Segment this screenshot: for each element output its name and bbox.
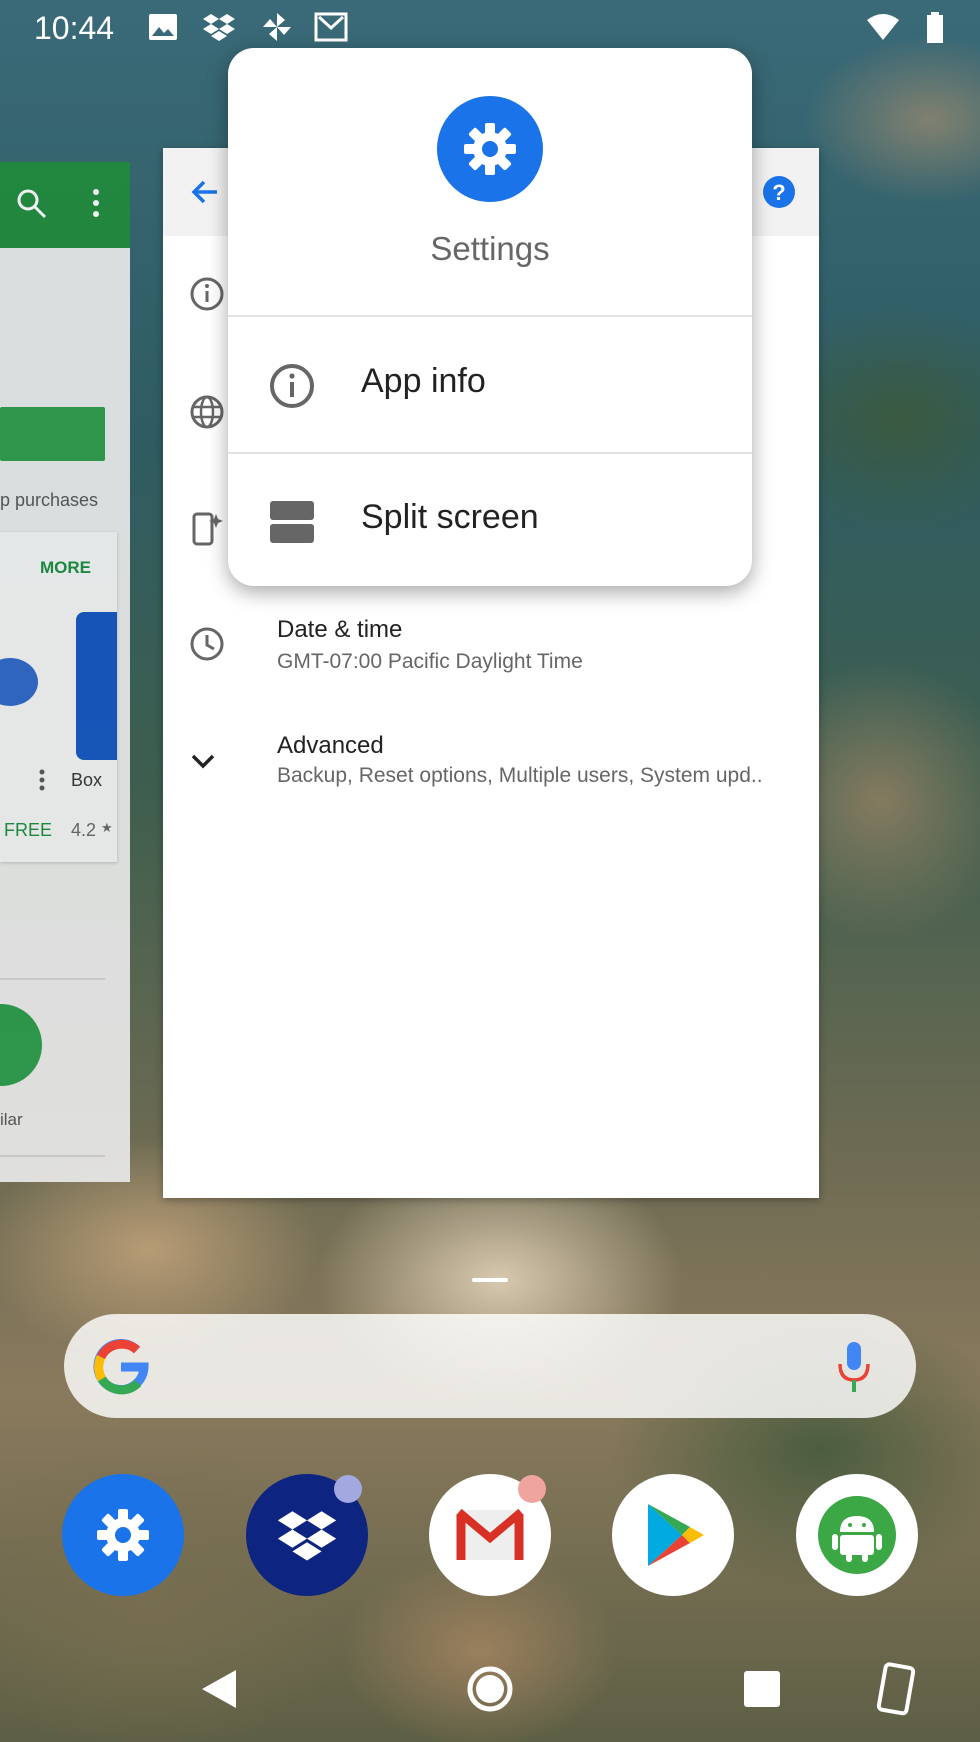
google-search-bar[interactable] — [64, 1314, 916, 1418]
clock-icon — [190, 627, 224, 661]
similar-app-icon — [0, 1004, 42, 1086]
battery-icon — [927, 12, 943, 43]
setting-title-advanced[interactable]: Advanced — [277, 732, 384, 760]
app-name-box: Box — [71, 770, 103, 790]
overview-handle[interactable] — [472, 1278, 508, 1282]
google-logo-icon — [93, 1339, 149, 1395]
play-install-button — [0, 407, 105, 461]
globe-icon — [190, 395, 224, 429]
app-options-popup: Settings App info Split screen — [228, 48, 752, 586]
divider — [228, 315, 752, 317]
home-button-icon[interactable] — [463, 1662, 517, 1716]
system-update-icon — [192, 512, 223, 546]
back-button-icon[interactable] — [192, 1662, 246, 1716]
gmail-icon — [456, 1508, 524, 1560]
split-screen-label: Split screen — [361, 498, 539, 536]
image-icon — [149, 14, 177, 40]
divider — [0, 1155, 105, 1157]
search-icon — [17, 189, 47, 219]
info-icon — [190, 277, 224, 311]
recent-app-card-play-store[interactable]: p purchases MORE Box FREE 4.2 ★ ilar — [0, 162, 130, 1182]
navigation-bar — [0, 1634, 980, 1742]
back-arrow-icon — [191, 180, 217, 204]
android-icon — [818, 1496, 896, 1574]
play-more-link: MORE — [40, 558, 91, 577]
gear-icon — [464, 123, 516, 175]
app-price: FREE — [4, 820, 53, 840]
app-info-menu-item[interactable]: App info — [228, 318, 752, 450]
rating-star-icon: ★ — [101, 820, 113, 835]
wifi-icon — [867, 14, 899, 40]
popup-app-title: Settings — [430, 230, 550, 267]
play-app-list: MORE Box FREE 4.2 ★ — [0, 532, 117, 862]
recents-button-icon[interactable] — [735, 1662, 789, 1716]
settings-app-icon — [437, 96, 543, 202]
dropbox-icon — [277, 1511, 337, 1561]
setting-subtitle-advanced: Backup, Reset options, Multiple users, S… — [277, 764, 763, 787]
dock-settings-icon[interactable] — [62, 1474, 184, 1596]
cloud-app-icon — [0, 658, 38, 706]
gear-icon — [97, 1509, 149, 1561]
play-toolbar — [0, 162, 130, 248]
dock-play-store-icon[interactable] — [612, 1474, 734, 1596]
notification-dot — [518, 1475, 546, 1503]
overflow-menu-icon — [39, 769, 45, 791]
play-store-icon — [648, 1504, 704, 1566]
dock-android-icon[interactable] — [796, 1474, 918, 1596]
app-rating: 4.2 — [71, 820, 97, 840]
overflow-menu-icon — [93, 189, 99, 217]
split-screen-icon — [270, 501, 314, 543]
svg-text:?: ? — [772, 180, 785, 205]
setting-subtitle-date-time: GMT-07:00 Pacific Daylight Time — [277, 650, 583, 673]
notification-dot — [334, 1475, 362, 1503]
divider — [0, 978, 105, 980]
app-info-label: App info — [361, 362, 486, 400]
split-screen-menu-item[interactable]: Split screen — [228, 454, 752, 586]
status-time: 10:44 — [34, 10, 115, 46]
gmail-icon — [314, 12, 348, 42]
dropbox-icon — [203, 14, 235, 41]
microphone-icon[interactable] — [836, 1340, 872, 1394]
setting-title-date-time[interactable]: Date & time — [277, 616, 402, 644]
box-app-icon — [76, 612, 117, 760]
play-purchases-text: p purchases — [0, 490, 99, 510]
rotate-phone-icon[interactable] — [870, 1662, 924, 1716]
pinwheel-icon — [263, 13, 291, 41]
similar-label: ilar — [0, 1110, 23, 1129]
help-icon: ? — [763, 176, 795, 208]
info-icon — [270, 364, 314, 408]
chevron-down-icon — [191, 754, 215, 769]
